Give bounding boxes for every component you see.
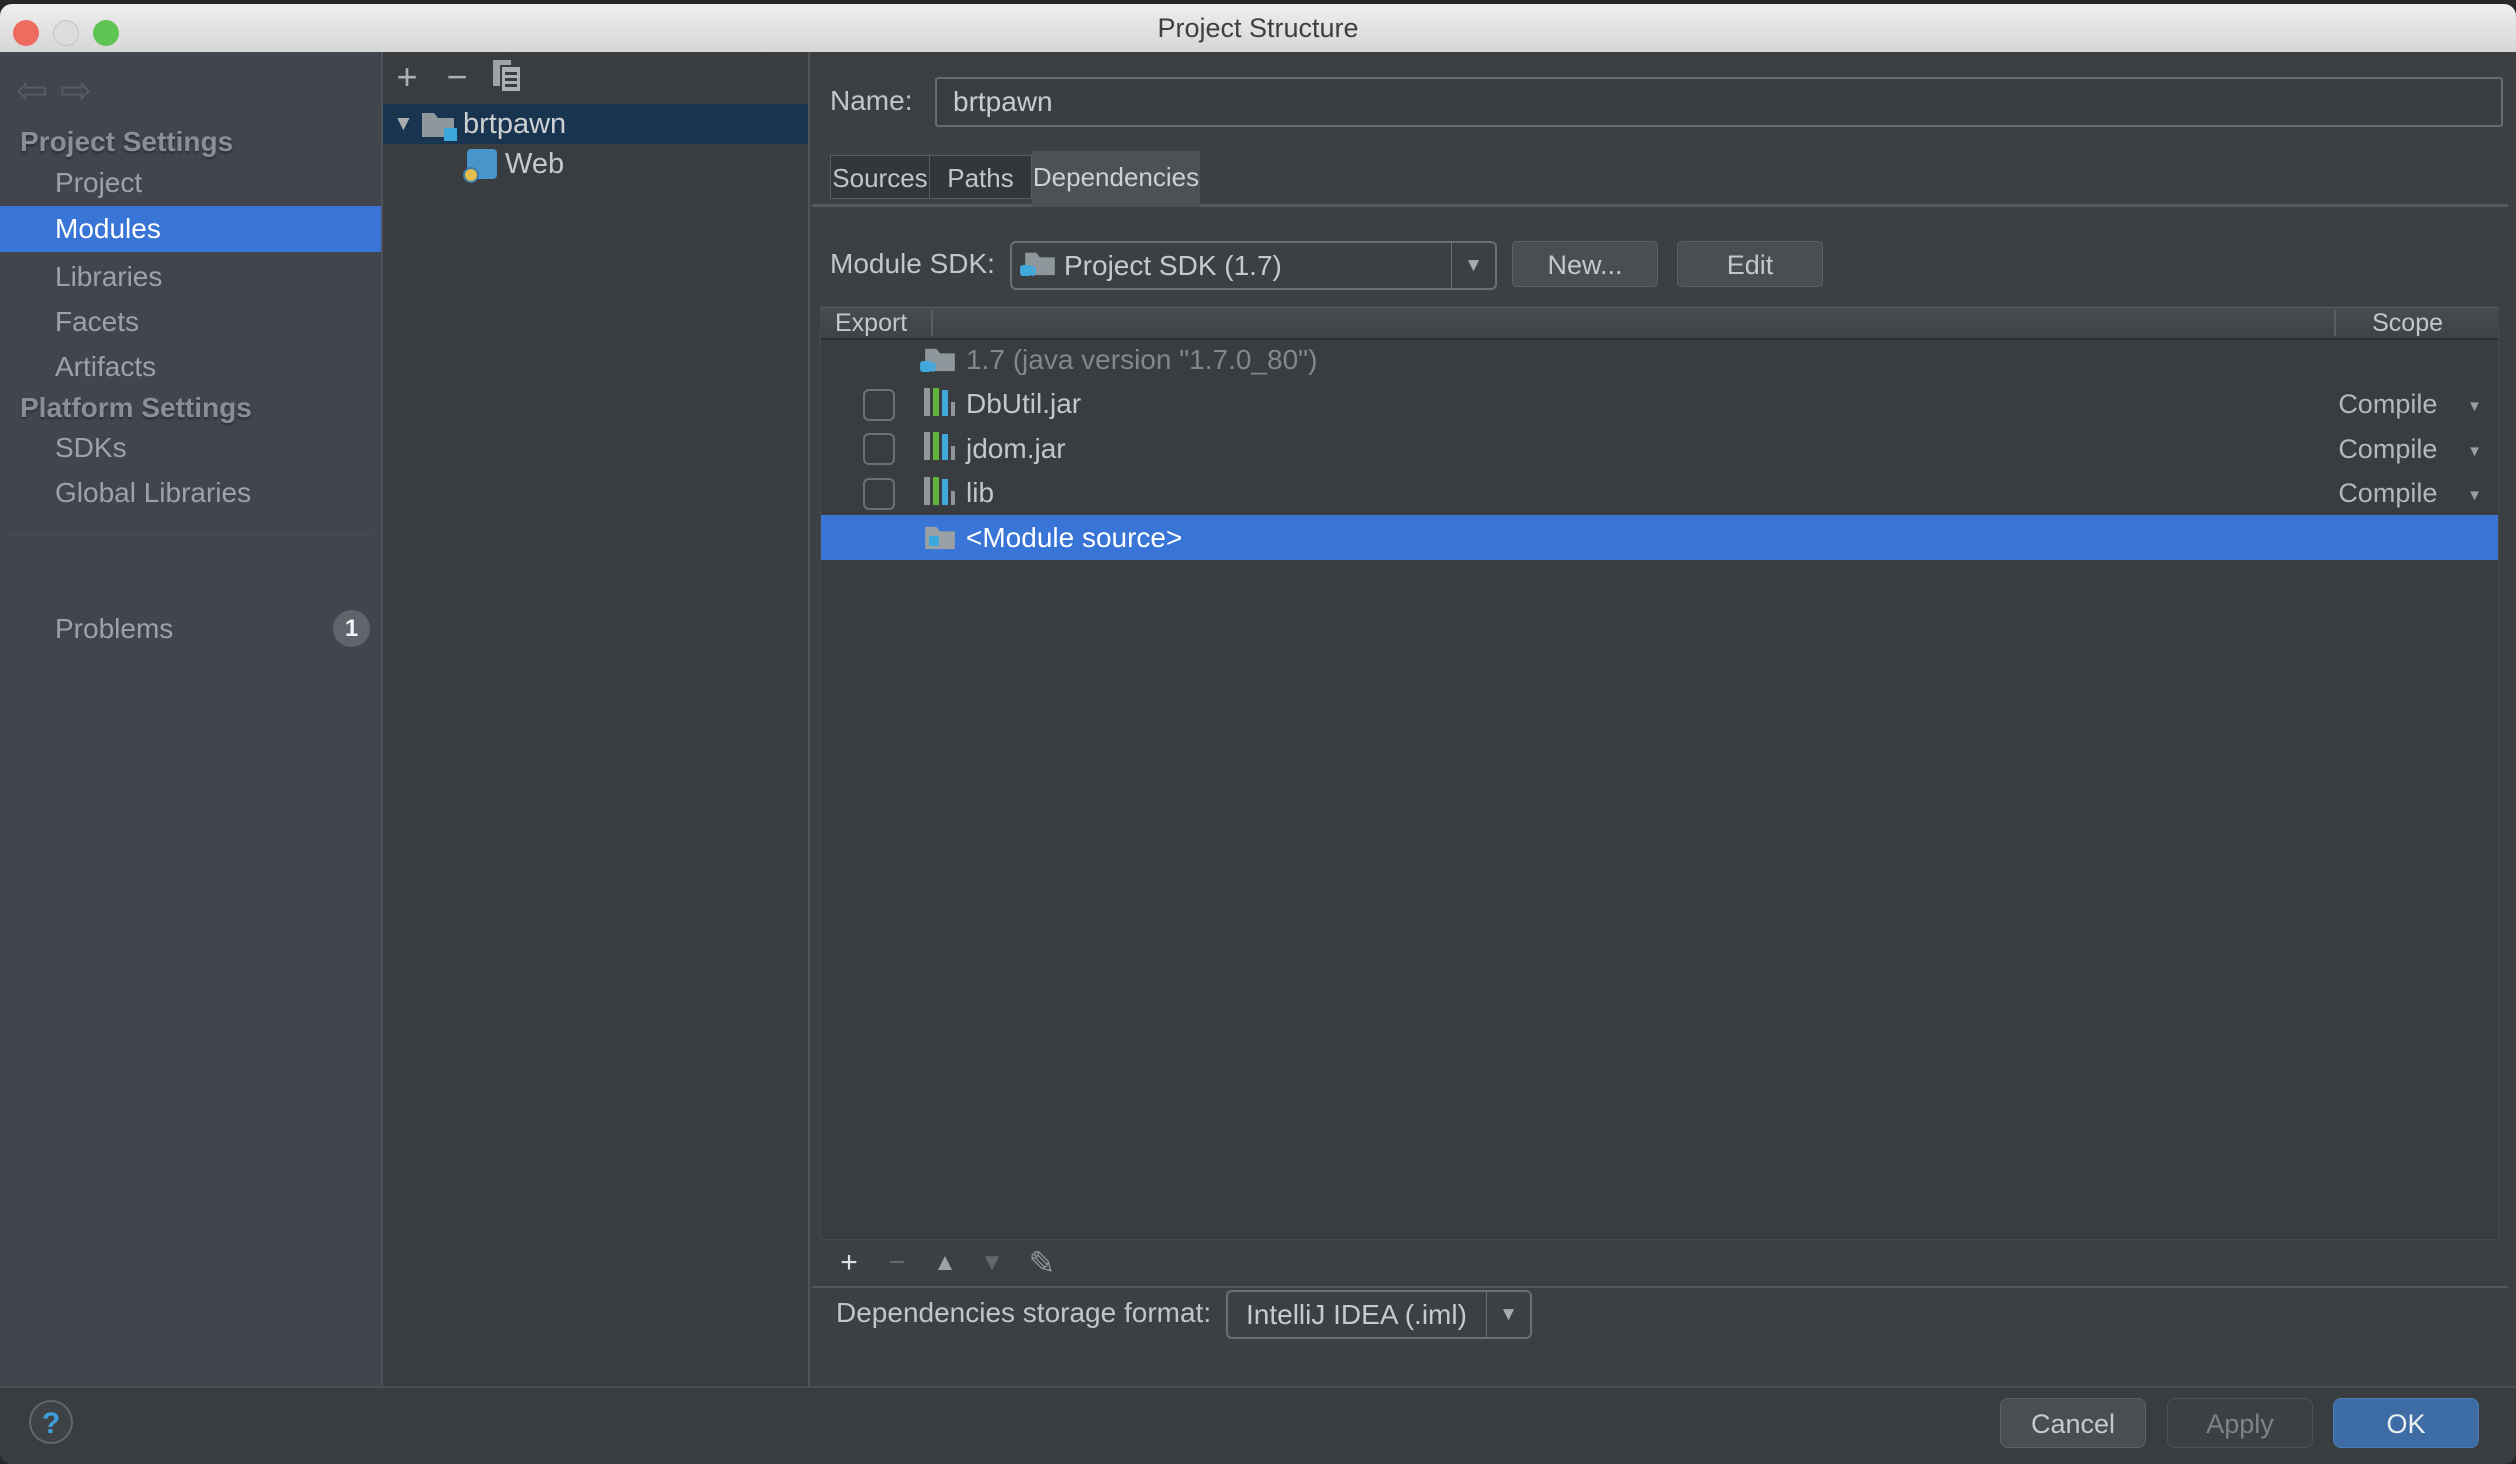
project-structure-dialog: Project Structure ⇦ ⇨ Project Settings P…	[0, 4, 2516, 1464]
scope-value: Compile	[2338, 427, 2437, 472]
module-name-input[interactable]: brtpawn	[935, 77, 2503, 127]
tree-row-web-facet[interactable]: Web	[383, 144, 808, 184]
ok-button[interactable]: OK	[2333, 1398, 2479, 1448]
move-down-button[interactable]: ▼	[972, 1244, 1012, 1282]
section-header-project-settings: Project Settings	[0, 119, 381, 165]
collapse-arrow-icon[interactable]: ▼	[393, 104, 414, 144]
edit-sdk-button[interactable]: Edit	[1677, 241, 1823, 287]
screen: Project Structure ⇦ ⇨ Project Settings P…	[0, 0, 2516, 1464]
apply-button[interactable]: Apply	[2167, 1398, 2313, 1448]
export-checkbox[interactable]	[863, 433, 895, 465]
new-sdk-button[interactable]: New...	[1512, 241, 1658, 287]
export-checkbox[interactable]	[863, 478, 895, 510]
tree-web-label: Web	[505, 144, 564, 184]
sidebar-item-modules[interactable]: Modules	[0, 206, 381, 252]
sidebar-item-global-libraries[interactable]: Global Libraries	[0, 470, 381, 516]
scope-dropdown[interactable]: Compile ▼	[2338, 471, 2482, 518]
dependency-label: lib	[966, 471, 994, 515]
library-icon	[924, 432, 958, 462]
dependency-row-module-source[interactable]: <Module source>	[821, 515, 2498, 560]
help-button[interactable]: ?	[29, 1400, 73, 1444]
storage-format-value: IntelliJ IDEA (.iml)	[1246, 1292, 1467, 1337]
problems-label: Problems	[0, 606, 381, 652]
library-icon	[924, 477, 958, 507]
module-tree-panel: + − ▼ brtpawn	[383, 52, 810, 1386]
chevron-down-icon: ▼	[2467, 474, 2482, 518]
sidebar-item-problems[interactable]: Problems 1	[0, 606, 381, 652]
sidebar-item-libraries[interactable]: Libraries	[0, 254, 381, 300]
module-source-folder-icon	[924, 524, 956, 550]
module-badge	[444, 128, 457, 141]
module-sdk-combobox[interactable]: Project SDK (1.7) ▼	[1010, 241, 1497, 290]
dialog-footer: ? Cancel Apply OK	[0, 1386, 2516, 1464]
chevron-down-icon[interactable]: ▼	[1486, 1292, 1530, 1337]
scope-value: Compile	[2338, 471, 2437, 515]
tab-paths[interactable]: Paths	[929, 155, 1032, 199]
sidebar-item-artifacts[interactable]: Artifacts	[0, 344, 381, 390]
remove-module-button[interactable]: −	[439, 58, 475, 96]
window-title: Project Structure	[0, 4, 2516, 52]
problems-count-badge: 1	[333, 610, 370, 647]
dependency-label: DbUtil.jar	[966, 382, 1081, 426]
bottom-separator	[812, 1286, 2508, 1288]
back-arrow-icon[interactable]: ⇦	[16, 72, 48, 110]
library-icon	[924, 388, 958, 418]
column-separator[interactable]	[931, 310, 933, 336]
sdk-icon	[1024, 250, 1056, 276]
module-sdk-value: Project SDK (1.7)	[1064, 243, 1282, 288]
module-folder-icon	[421, 110, 455, 138]
web-facet-icon	[467, 149, 497, 179]
dependency-row-sdk[interactable]: 1.7 (java version "1.7.0_80")	[821, 337, 2498, 382]
chevron-down-icon: ▼	[2467, 429, 2482, 474]
copy-module-button[interactable]	[489, 58, 525, 96]
dependencies-table: Export Scope 1.7 (java version "1.7.0_80…	[820, 306, 2499, 1240]
scope-value: Compile	[2338, 382, 2437, 426]
module-editor-panel: Name: brtpawn Sources Paths Dependencies…	[810, 52, 2516, 1386]
tab-dependencies[interactable]: Dependencies	[1032, 151, 1200, 207]
sidebar-item-project[interactable]: Project	[0, 160, 381, 206]
sdk-icon	[924, 346, 956, 372]
scope-dropdown[interactable]: Compile ▼	[2338, 382, 2482, 429]
sidebar-item-facets[interactable]: Facets	[0, 299, 381, 345]
java-cup-icon	[1019, 262, 1041, 279]
storage-format-combobox[interactable]: IntelliJ IDEA (.iml) ▼	[1226, 1290, 1532, 1339]
storage-format-label: Dependencies storage format:	[836, 1290, 1211, 1336]
copy-icon	[490, 58, 524, 94]
remove-dependency-button[interactable]: −	[877, 1244, 917, 1282]
dependency-row-dbutil[interactable]: DbUtil.jar Compile ▼	[821, 382, 2498, 426]
scope-column-header: Scope	[2372, 308, 2443, 338]
chevron-down-icon[interactable]: ▼	[1451, 243, 1495, 288]
dependency-label: <Module source>	[966, 515, 1182, 560]
title-bar[interactable]: Project Structure	[0, 4, 2516, 53]
scope-dropdown[interactable]: Compile ▼	[2338, 426, 2482, 474]
globe-icon	[463, 167, 479, 183]
settings-sidebar: ⇦ ⇨ Project Settings Project Modules Lib…	[0, 52, 383, 1386]
tree-module-label: brtpawn	[463, 104, 566, 144]
export-column-header: Export	[835, 308, 907, 338]
name-label: Name:	[830, 78, 912, 124]
dependency-label: jdom.jar	[966, 426, 1066, 471]
chevron-down-icon: ▼	[2467, 385, 2482, 429]
dependencies-table-header: Export Scope	[821, 307, 2498, 340]
dependency-label: 1.7 (java version "1.7.0_80")	[966, 337, 1317, 382]
cancel-button[interactable]: Cancel	[2000, 1398, 2146, 1448]
column-separator[interactable]	[2334, 310, 2336, 336]
edit-dependency-button[interactable]: ✎	[1022, 1244, 1062, 1282]
module-sdk-label: Module SDK:	[830, 241, 995, 287]
add-module-button[interactable]: +	[389, 58, 425, 96]
export-checkbox[interactable]	[863, 389, 895, 421]
dependency-row-lib[interactable]: lib Compile ▼	[821, 471, 2498, 515]
sidebar-item-sdks[interactable]: SDKs	[0, 425, 381, 471]
sidebar-divider	[8, 534, 373, 535]
forward-arrow-icon[interactable]: ⇨	[60, 72, 92, 110]
move-up-button[interactable]: ▲	[925, 1244, 965, 1282]
tree-row-module[interactable]: ▼ brtpawn	[383, 104, 808, 144]
dependency-row-jdom[interactable]: jdom.jar Compile ▼	[821, 426, 2498, 471]
tab-sources[interactable]: Sources	[830, 155, 930, 199]
add-dependency-button[interactable]: +	[829, 1244, 869, 1282]
module-source-badge	[929, 536, 939, 546]
